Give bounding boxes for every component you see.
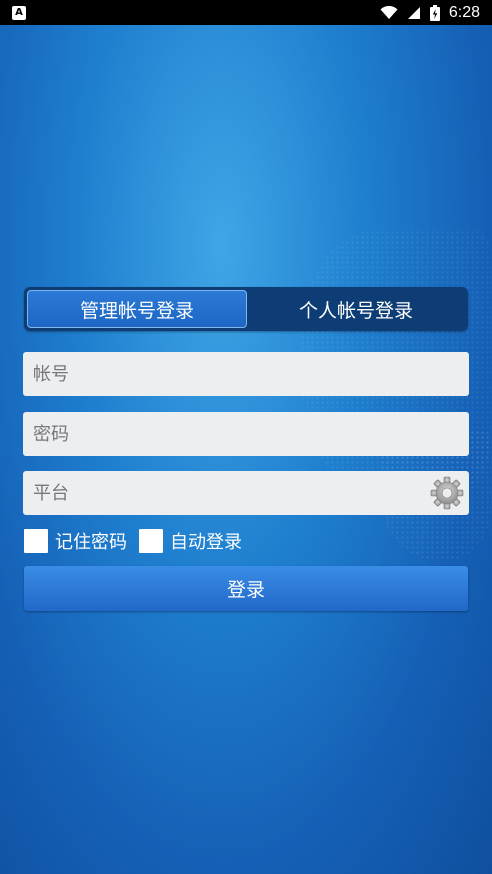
auto-login-checkbox[interactable]: 自动登录: [139, 528, 242, 554]
password-field-container: [23, 412, 469, 456]
login-type-tabs: 管理帐号登录 个人帐号登录: [24, 287, 468, 331]
gear-icon[interactable]: [429, 475, 465, 511]
wifi-icon: [380, 5, 398, 19]
remember-password-label: 记住密码: [55, 532, 127, 553]
remember-password-checkbox[interactable]: 记住密码: [24, 528, 127, 554]
battery-icon: [429, 4, 440, 21]
status-time: 6:28: [448, 3, 480, 21]
auto-login-box[interactable]: [139, 529, 163, 553]
login-button[interactable]: 登录: [24, 566, 468, 611]
tab-personal-account-login[interactable]: 个人帐号登录: [247, 290, 465, 328]
password-input[interactable]: [33, 423, 459, 445]
tab-admin-account-login[interactable]: 管理帐号登录: [27, 290, 247, 328]
a-app-icon: A: [12, 5, 26, 20]
platform-field-container: [23, 471, 469, 515]
status-icons: 6:28: [380, 4, 480, 22]
auto-login-label: 自动登录: [170, 532, 242, 553]
signal-icon: [407, 6, 420, 19]
platform-input[interactable]: [33, 482, 429, 504]
status-bar: A 6:28: [0, 0, 492, 25]
remember-password-box[interactable]: [24, 529, 48, 553]
account-input[interactable]: [33, 363, 459, 385]
account-field-container: [23, 352, 469, 396]
login-options: 记住密码 自动登录: [24, 528, 254, 554]
